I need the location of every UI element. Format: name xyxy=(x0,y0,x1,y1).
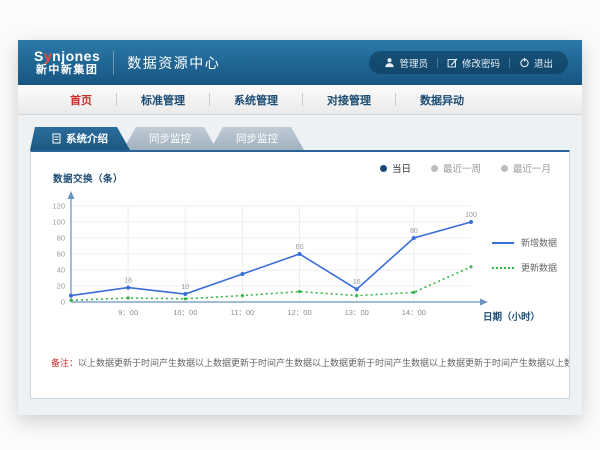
svg-text:14：00: 14：00 xyxy=(402,308,426,317)
legend-item-updated-data[interactable]: 更新数据 xyxy=(492,261,557,274)
svg-text:10: 10 xyxy=(181,284,189,291)
radio-last-month[interactable]: 最近一月 xyxy=(501,161,551,175)
svg-text:16: 16 xyxy=(353,279,361,286)
radio-today[interactable]: 当日 xyxy=(380,161,411,175)
svg-text:40: 40 xyxy=(57,266,65,275)
radio-dot-icon xyxy=(431,165,438,172)
svg-text:80: 80 xyxy=(410,228,418,235)
radio-last-week[interactable]: 最近一周 xyxy=(431,161,481,175)
power-icon xyxy=(519,57,530,68)
user-toolbar: 管理员 修改密码 退出 xyxy=(369,51,568,74)
logo-text-en: Synjones xyxy=(34,48,100,64)
app-window: Synjones 新中新集团 数据资源中心 管理员 修改密码 退出 首页 标准管… xyxy=(18,40,582,415)
chart-legend: 新增数据 更新数据 xyxy=(492,236,557,274)
footnote: 备注：以上数据更新于时间产生数据以上数据更新于时间产生数据以上数据更新于时间产生… xyxy=(31,356,569,369)
svg-text:80: 80 xyxy=(57,234,65,243)
svg-text:20: 20 xyxy=(57,282,65,291)
person-icon xyxy=(384,57,395,68)
legend-label: 新增数据 xyxy=(521,236,557,249)
footnote-text: 以上数据更新于时间产生数据以上数据更新于时间产生数据以上数据更新于时间产生数据以… xyxy=(78,358,569,368)
app-header: Synjones 新中新集团 数据资源中心 管理员 修改密码 退出 xyxy=(18,40,582,85)
tab-label: 同步监控 xyxy=(149,131,191,146)
tab-label: 同步监控 xyxy=(236,131,278,146)
svg-text:60: 60 xyxy=(57,250,65,259)
nav-item-home[interactable]: 首页 xyxy=(46,92,116,108)
tab-system-intro[interactable]: 系统介绍 xyxy=(30,127,130,150)
admin-user-label: 管理员 xyxy=(399,56,428,70)
legend-label: 更新数据 xyxy=(521,261,557,274)
main-nav: 首页 标准管理 系统管理 对接管理 数据异动 xyxy=(18,85,582,115)
svg-text:12：00: 12：00 xyxy=(287,308,311,317)
svg-text:18: 18 xyxy=(124,278,132,285)
logo-text-cn: 新中新集团 xyxy=(34,64,100,77)
chart-canvas: 9：00 10：00 11：00 12：00 13：00 14：00 0 20 40 60 80 10… xyxy=(41,188,501,328)
change-password-button[interactable]: 修改密码 xyxy=(438,56,509,70)
svg-text:100: 100 xyxy=(465,212,477,219)
company-logo: Synjones 新中新集团 xyxy=(34,48,100,77)
svg-text:100: 100 xyxy=(52,218,65,227)
radio-dot-icon xyxy=(501,165,508,172)
y-axis-title: 数据交换（条） xyxy=(53,171,123,185)
header-divider xyxy=(113,51,114,75)
logout-label: 退出 xyxy=(534,56,553,70)
dotted-line-swatch-icon xyxy=(492,267,514,269)
svg-text:120: 120 xyxy=(52,202,65,211)
logout-button[interactable]: 退出 xyxy=(510,56,562,70)
radio-dot-icon xyxy=(380,165,387,172)
svg-text:10：00: 10：00 xyxy=(173,308,197,317)
document-icon xyxy=(52,133,61,144)
page-title: 数据资源中心 xyxy=(127,53,220,73)
chart-panel: 当日 最近一周 最近一月 数据交换（条） 9：00 10：00 11：00 12：00… xyxy=(30,150,570,399)
tab-sync-monitor-2[interactable]: 同步监控 xyxy=(210,127,304,150)
x-axis-title: 日期（小时） xyxy=(483,309,540,323)
radio-label: 最近一月 xyxy=(513,161,551,175)
svg-text:0: 0 xyxy=(61,298,65,307)
edit-icon xyxy=(447,57,458,68)
nav-item-data-change[interactable]: 数据异动 xyxy=(396,92,488,108)
radio-label: 当日 xyxy=(392,161,411,175)
time-range-filter: 当日 最近一周 最近一月 xyxy=(380,161,551,175)
svg-text:11：00: 11：00 xyxy=(231,308,255,317)
svg-text:13：00: 13：00 xyxy=(345,308,369,317)
legend-item-new-data[interactable]: 新增数据 xyxy=(492,236,557,249)
nav-item-system-mgmt[interactable]: 系统管理 xyxy=(210,92,302,108)
svg-text:9：00: 9：00 xyxy=(118,308,138,317)
line-chart: 9：00 10：00 11：00 12：00 13：00 14：00 0 20 40 60 80 10… xyxy=(41,188,501,328)
nav-item-integration-mgmt[interactable]: 对接管理 xyxy=(303,92,395,108)
tab-bar: 系统介绍 同步监控 同步监控 xyxy=(18,115,582,150)
tab-sync-monitor-1[interactable]: 同步监控 xyxy=(123,127,217,150)
change-password-label: 修改密码 xyxy=(462,56,500,70)
nav-item-standard-mgmt[interactable]: 标准管理 xyxy=(117,92,209,108)
svg-text:60: 60 xyxy=(296,244,304,251)
content-area: 系统介绍 同步监控 同步监控 当日 最近一周 xyxy=(18,115,582,415)
radio-label: 最近一周 xyxy=(443,161,481,175)
footnote-prefix: 备注： xyxy=(51,358,78,368)
admin-user-button[interactable]: 管理员 xyxy=(375,56,437,70)
solid-line-swatch-icon xyxy=(492,242,514,244)
tab-label: 系统介绍 xyxy=(66,131,108,146)
